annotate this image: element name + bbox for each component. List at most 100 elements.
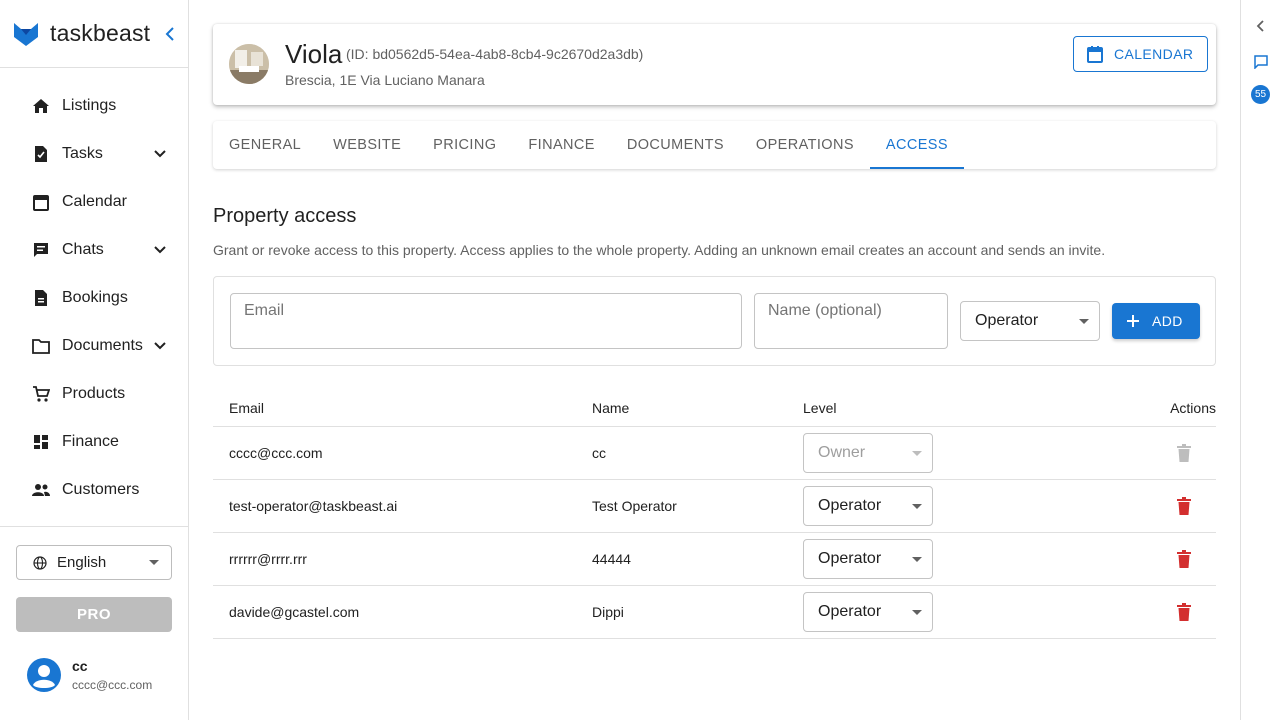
tab-access[interactable]: ACCESS [869, 121, 964, 169]
caret-down-icon [912, 610, 922, 615]
section-description: Grant or revoke access to this property.… [213, 242, 1106, 258]
sidebar-item-chats[interactable]: Chats [0, 226, 188, 274]
booking-icon [35, 290, 47, 306]
caret-down-icon [912, 504, 922, 509]
chevron-down-icon[interactable] [154, 246, 166, 254]
row-level-select[interactable]: Operator [803, 539, 933, 579]
row-level-value: Operator [818, 603, 882, 620]
row-level-select[interactable]: Operator [803, 592, 933, 632]
table-row: davide@gcastel.com Dippi Operator [213, 586, 1216, 639]
chat-icon [34, 243, 48, 257]
caret-down-icon [912, 557, 922, 562]
row-level-select[interactable]: Operator [803, 486, 933, 526]
caret-down-icon [1079, 319, 1089, 324]
tab-operations[interactable]: OPERATIONS [740, 121, 870, 169]
tab-website[interactable]: WEBSITE [317, 121, 417, 169]
sidebar-item-label: Customers [62, 481, 140, 498]
add-button[interactable]: ADD [1112, 303, 1200, 339]
property-address: Brescia, 1E Via Luciano Manara [285, 72, 485, 88]
level-select-value: Operator [975, 312, 1039, 329]
property-id: (ID: bd0562d5-54ea-4ab8-8cb4-9c2670d2a3d… [346, 46, 644, 62]
account-circle-icon [27, 658, 61, 692]
sidebar: taskbeast Listings Tasks Calendar Chats … [0, 0, 189, 720]
property-header: Viola (ID: bd0562d5-54ea-4ab8-8cb4-9c267… [213, 24, 1216, 105]
chevron-left-icon[interactable] [1254, 19, 1268, 33]
access-table: Email Name Level Actions cccc@ccc.com cc… [213, 390, 1216, 639]
people-icon [32, 484, 50, 496]
sidebar-item-bookings[interactable]: Bookings [0, 274, 188, 322]
table-row: test-operator@taskbeast.ai Test Operator… [213, 480, 1216, 533]
calendar-button-label: CALENDAR [1114, 46, 1194, 62]
row-level-value: Operator [818, 497, 882, 514]
column-header-level: Level [803, 400, 837, 416]
sidebar-item-label: Listings [62, 97, 117, 114]
notification-badge[interactable]: 55 [1251, 85, 1270, 104]
user-name: cc [72, 658, 88, 674]
row-email: davide@gcastel.com [229, 604, 360, 620]
caret-down-icon [912, 451, 922, 456]
sidebar-item-label: Chats [62, 241, 104, 258]
property-photo [229, 44, 269, 84]
home-icon [33, 99, 49, 113]
delete-icon[interactable] [1177, 497, 1191, 515]
tab-general[interactable]: GENERAL [213, 121, 317, 169]
sidebar-item-customers[interactable]: Customers [0, 466, 188, 514]
chat-bubble-icon[interactable] [1254, 55, 1268, 69]
level-select[interactable]: Operator [960, 301, 1100, 341]
tab-finance[interactable]: FINANCE [512, 121, 610, 169]
user-email: cccc@ccc.com [72, 678, 153, 692]
sidebar-item-label: Products [62, 385, 126, 402]
taskbeast-logo-icon [14, 22, 38, 46]
column-header-actions: Actions [1170, 400, 1216, 416]
caret-down-icon [149, 560, 159, 565]
sidebar-item-label: Tasks [62, 145, 103, 162]
sidebar-item-label: Bookings [62, 289, 128, 306]
sidebar-item-listings[interactable]: Listings [0, 82, 188, 130]
dashboard-icon [34, 435, 48, 449]
user-profile[interactable]: cc cccc@ccc.com [26, 657, 152, 693]
chevron-down-icon[interactable] [154, 150, 166, 158]
delete-icon [1177, 444, 1191, 462]
column-header-name: Name [592, 400, 630, 416]
calendar-button[interactable]: CALENDAR [1073, 36, 1208, 72]
chevron-down-icon[interactable] [154, 342, 166, 350]
name-field[interactable]: Name (optional) [754, 293, 948, 349]
tab-documents[interactable]: DOCUMENTS [611, 121, 740, 169]
plus-icon [1127, 315, 1139, 327]
pro-button[interactable]: PRO [16, 597, 172, 632]
row-name: Test Operator [592, 498, 677, 514]
sidebar-item-label: Finance [62, 433, 119, 450]
section-title: Property access [213, 205, 357, 227]
property-name: Viola [285, 39, 343, 69]
table-row: rrrrrr@rrrr.rrr 44444 Operator [213, 533, 1216, 586]
add-button-label: ADD [1152, 313, 1183, 329]
row-name: Dippi [592, 604, 624, 620]
language-value: English [57, 554, 107, 571]
delete-icon[interactable] [1177, 603, 1191, 621]
sidebar-item-finance[interactable]: Finance [0, 418, 188, 466]
email-field[interactable]: Email [230, 293, 742, 349]
table-header: Email Name Level Actions [213, 390, 1216, 427]
collapse-sidebar-icon[interactable] [164, 26, 176, 42]
delete-icon[interactable] [1177, 550, 1191, 568]
sidebar-item-label: Calendar [62, 193, 127, 210]
cart-icon [33, 386, 50, 402]
sidebar-item-documents[interactable]: Documents [0, 322, 188, 370]
globe-icon [33, 555, 47, 570]
calendar-icon [33, 195, 49, 211]
add-access-form: Email Name (optional) Operator ADD [213, 276, 1216, 366]
sidebar-item-calendar[interactable]: Calendar [0, 178, 188, 226]
property-tabs: GENERAL WEBSITE PRICING FINANCE DOCUMENT… [213, 121, 1216, 169]
sidebar-item-tasks[interactable]: Tasks [0, 130, 188, 178]
column-header-email: Email [229, 400, 265, 416]
language-select[interactable]: English [16, 545, 172, 580]
brand-name: taskbeast [50, 20, 151, 46]
tab-pricing[interactable]: PRICING [417, 121, 512, 169]
row-level-value: Owner [818, 444, 866, 461]
sidebar-item-products[interactable]: Products [0, 370, 188, 418]
sidebar-nav: Listings Tasks Calendar Chats Bookings D… [0, 68, 188, 514]
sidebar-footer: English PRO cc cccc@ccc.com [0, 526, 188, 692]
brand-header: taskbeast [0, 0, 188, 68]
property-avatar [229, 44, 269, 84]
row-email: cccc@ccc.com [229, 445, 323, 461]
